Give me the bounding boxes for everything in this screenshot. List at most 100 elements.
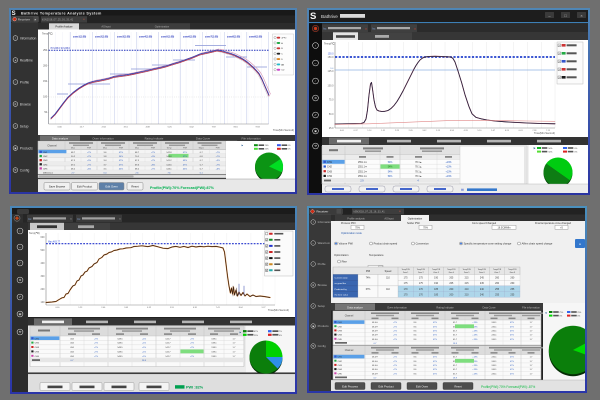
svg-text:Edit Oven: Edit Oven <box>105 185 118 189</box>
svg-text:Difference: Difference <box>43 172 54 175</box>
svg-text:47%: 47% <box>433 331 437 333</box>
svg-text:WareCom: WareCom <box>318 241 331 245</box>
svg-text:✓: ✓ <box>558 52 560 55</box>
svg-text:PV:245.0 SV:245.0: PV:245.0 SV:245.0 <box>51 48 71 50</box>
svg-text:Edit Product: Edit Product <box>378 384 393 388</box>
svg-text:48.4▼: 48.4▼ <box>372 368 378 371</box>
svg-text:48.4▼: 48.4▼ <box>372 330 378 333</box>
svg-text:Max:483.77: Max:483.77 <box>48 241 61 243</box>
svg-text:TempZON: TempZON <box>447 269 456 271</box>
svg-text:100.0: 100.0 <box>328 84 335 87</box>
svg-text:Oven information: Oven information <box>92 137 114 141</box>
svg-text:+7%: +7% <box>393 331 397 333</box>
svg-text:ltSN2018_07_25_16_33_41: ltSN2018_07_25_16_33_41 <box>354 211 386 214</box>
svg-text:47%: 47% <box>433 373 437 375</box>
svg-text:Volume PWI: Volume PWI <box>339 242 354 246</box>
svg-text:CD: CD <box>281 70 285 72</box>
svg-text:48.4▼: 48.4▼ <box>372 356 378 359</box>
svg-text:+7%: +7% <box>216 164 220 166</box>
svg-text:43%: 43% <box>183 160 187 162</box>
svg-text:◄: ◄ <box>14 59 16 62</box>
svg-text:Edit Process: Edit Process <box>342 384 358 388</box>
svg-text:+7%: +7% <box>393 339 397 341</box>
svg-text:✓: ✓ <box>266 245 268 248</box>
svg-text:48.4▼: 48.4▼ <box>372 325 378 328</box>
svg-text:Oven information: Oven information <box>387 305 407 309</box>
svg-text:Channel: Channel <box>345 350 354 352</box>
svg-text:47%: 47% <box>119 164 123 166</box>
svg-text:+7%: +7% <box>393 365 397 367</box>
svg-text:CH5: CH5 <box>43 168 48 170</box>
svg-text:Data analyze: Data analyze <box>347 305 363 309</box>
svg-text:✓: ✓ <box>266 263 268 266</box>
svg-text:Process PWI: Process PWI <box>341 222 356 225</box>
svg-text:⚙: ⚙ <box>19 278 22 282</box>
svg-text:Affirm chain speed change: Affirm chain speed change <box>522 242 553 246</box>
svg-text:Temperature: Temperature <box>369 253 384 257</box>
svg-text:+7%: +7% <box>393 369 397 371</box>
svg-text:47%: 47% <box>433 339 437 341</box>
svg-text:+13%: +13% <box>472 369 477 371</box>
svg-text:+7%: +7% <box>94 338 98 340</box>
svg-text:47%: 47% <box>433 357 437 359</box>
svg-text:×: × <box>70 217 72 221</box>
svg-text:PWI :82%: PWI :82% <box>186 386 204 390</box>
svg-text:+13%: +13% <box>472 357 477 359</box>
svg-text:Speed: Speed <box>385 271 392 273</box>
svg-text:47%: 47% <box>119 160 123 162</box>
svg-text:25%: 25% <box>254 335 258 337</box>
svg-text:246.1: 246.1 <box>491 357 497 359</box>
svg-text:Edit Oven: Edit Oven <box>416 384 429 388</box>
svg-text:TempZON: TempZON <box>478 269 487 271</box>
svg-text:Save Browse: Save Browse <box>49 185 66 189</box>
svg-text:Rating Indicate: Rating Indicate <box>436 305 454 309</box>
svg-text:Rating Indicate: Rating Indicate <box>145 137 164 141</box>
svg-text:PWI: PWI <box>216 148 220 150</box>
svg-text:250: 250 <box>43 49 48 52</box>
svg-text:+1%: +1% <box>142 338 146 340</box>
svg-text:+7%: +7% <box>393 357 397 359</box>
svg-text:Optimization mode: Optimization mode <box>341 232 362 235</box>
svg-text:Profile: Profile <box>20 80 30 84</box>
svg-text:48.4▼: 48.4▼ <box>372 372 378 375</box>
svg-text:Browse: Browse <box>20 102 31 106</box>
svg-text:Data Curve: Data Curve <box>196 137 211 141</box>
svg-text:zone6(1:50): zone6(1:50) <box>183 35 196 38</box>
svg-text:200: 200 <box>41 288 46 291</box>
svg-text:+6%: +6% <box>87 168 91 170</box>
svg-text:+8%: +8% <box>151 164 155 166</box>
svg-text:+7%: +7% <box>393 326 397 328</box>
svg-text:1551.1▼: 1551.1▼ <box>358 166 367 169</box>
svg-text:48.4▼: 48.4▼ <box>372 321 378 324</box>
svg-text:+7%: +7% <box>151 152 155 154</box>
svg-text:Time(Min:Second): Time(Min:Second) <box>273 128 294 132</box>
svg-text:TempZON: TempZON <box>508 269 517 271</box>
svg-text:×: × <box>119 217 121 221</box>
svg-text:Bathrive Temperature Analysis: Bathrive Temperature Analysis System <box>21 11 102 15</box>
svg-text:0%: 0% <box>279 335 282 337</box>
svg-text:47%: 47% <box>433 361 437 363</box>
svg-text:150.0: 150.0 <box>328 54 334 56</box>
svg-text:Optimization: Optimization <box>155 25 170 29</box>
svg-text:0%: 0% <box>288 149 291 151</box>
svg-text:125.0: 125.0 <box>328 70 335 73</box>
svg-text:138.1: 138.1 <box>211 343 217 345</box>
svg-text:✓: ✓ <box>266 251 268 254</box>
svg-text:246.1: 246.1 <box>491 369 497 371</box>
svg-text:Temp: Temp <box>166 148 172 150</box>
svg-text:✓: ✓ <box>266 239 268 242</box>
svg-text:+7%: +7% <box>190 356 194 358</box>
svg-text:✐: ✐ <box>312 305 314 308</box>
svg-text:Config: Config <box>20 168 30 172</box>
svg-text:CH2: CH2 <box>35 343 40 345</box>
svg-text:138.1: 138.1 <box>211 347 217 349</box>
svg-text:CH3: CH3 <box>327 170 332 173</box>
svg-text:Receiver: Receiver <box>316 210 328 214</box>
svg-text:47%: 47% <box>433 365 437 367</box>
svg-text:+13%: +13% <box>472 339 477 341</box>
svg-text:CH2: CH2 <box>327 166 332 169</box>
svg-text:PWI: PWI <box>183 148 187 150</box>
svg-text:0%: 0% <box>288 145 291 147</box>
svg-text:75%: 75% <box>559 312 563 314</box>
svg-text:+1%: +1% <box>142 356 146 358</box>
